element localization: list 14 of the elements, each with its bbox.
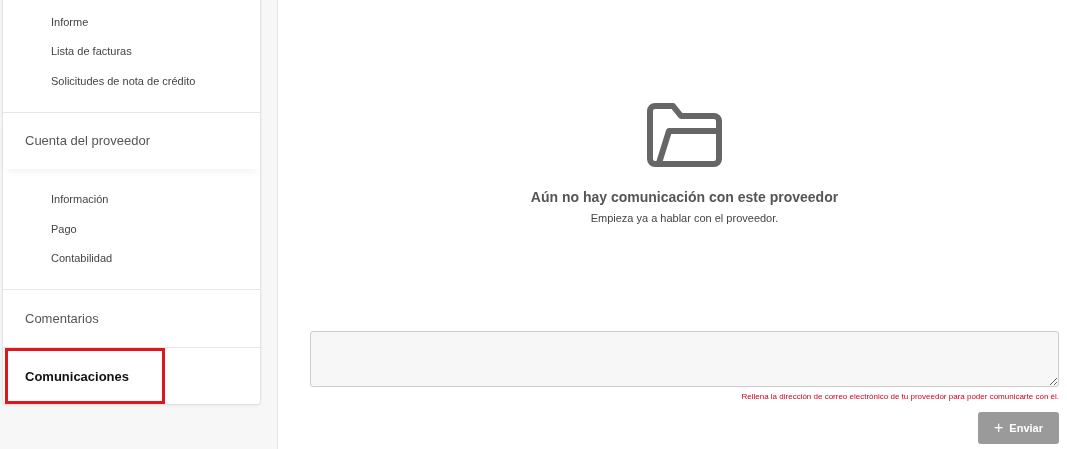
sidebar-item[interactable]: Pago xyxy=(3,214,260,244)
sidebar-section[interactable]: Comentarios xyxy=(3,290,260,347)
empty-state-title: Aún no hay comunicación con este proveedor xyxy=(530,189,839,205)
sidebar-item[interactable]: Solicitudes de nota de crédito xyxy=(3,66,260,96)
sidebar-item[interactable]: Información xyxy=(3,184,260,214)
empty-state-subtitle: Empieza ya a hablar con el proveedor. xyxy=(590,212,779,224)
error-message: Rellena la dirección de correo electrónico de tu proveedor para poder comunicarte con él. xyxy=(741,392,1059,401)
sidebar-section[interactable]: Comunicaciones xyxy=(5,348,165,404)
folder-icon xyxy=(646,103,723,167)
message-field[interactable] xyxy=(310,331,1059,387)
sidebar-item[interactable]: Informe xyxy=(3,7,260,37)
sidebar-item[interactable]: Contabilidad xyxy=(3,243,260,273)
sidebar-section[interactable]: Cuenta del proveedor xyxy=(3,112,260,169)
sidebar-item[interactable]: Lista de facturas xyxy=(3,36,260,66)
